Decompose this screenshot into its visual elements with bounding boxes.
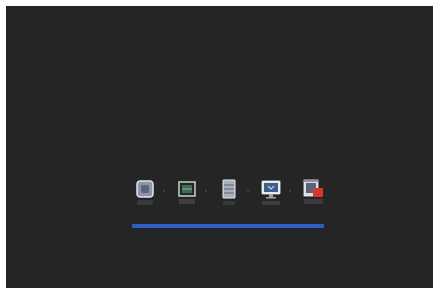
- separator-arrow: ›: [288, 187, 292, 195]
- separator-arrow: ›: [246, 187, 250, 195]
- chip-icon: [134, 178, 156, 208]
- separator-arrow: ›: [204, 187, 208, 195]
- film-rec-icon: [302, 178, 324, 208]
- boot-progress-bar: [132, 224, 324, 228]
- boot-step-icons: › › › ›: [134, 178, 334, 218]
- boot-screen: › › › ›: [6, 6, 433, 288]
- board-icon: [176, 178, 198, 208]
- monitor-icon: [260, 178, 282, 208]
- separator-arrow: ›: [162, 187, 166, 195]
- server-icon: [218, 178, 240, 208]
- boot-progress-fill: [132, 224, 324, 228]
